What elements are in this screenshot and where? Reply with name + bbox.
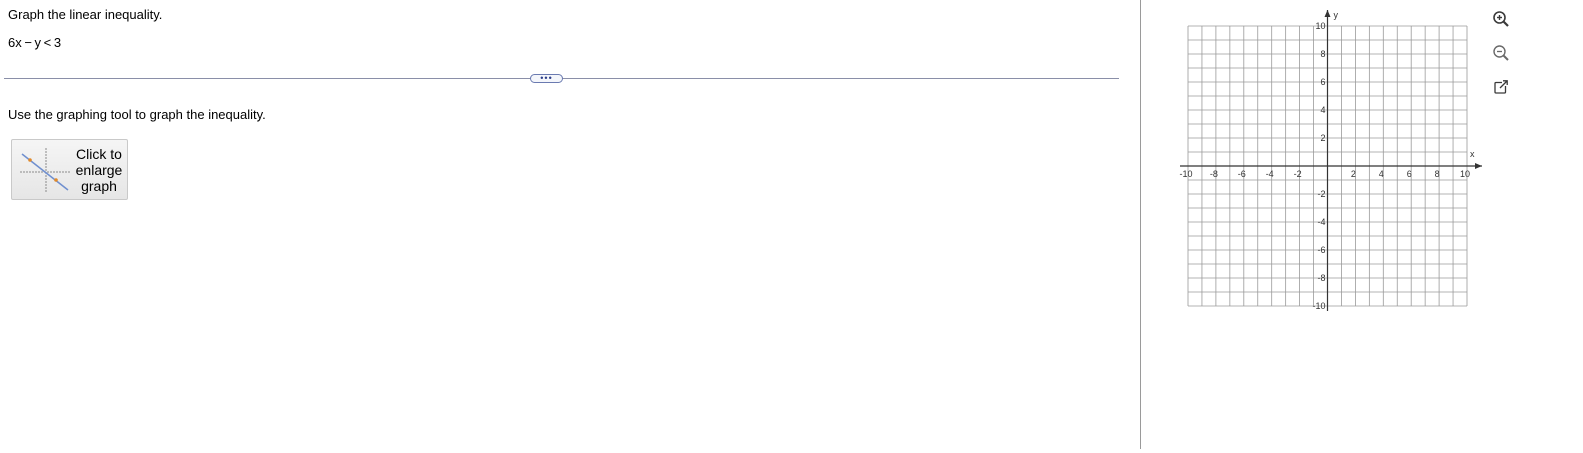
zoom-out-icon [1493,45,1509,61]
x-tick-label: 2 [1351,169,1356,179]
divider-expand-handle[interactable]: ••• [530,74,563,83]
external-link-icon [1494,79,1509,94]
x-tick-label: -8 [1210,169,1218,179]
instruction-text: Use the graphing tool to graph the inequ… [8,107,266,122]
y-axis-label: y [1334,10,1339,20]
ellipsis-icon: ••• [540,73,553,83]
zoom-in-icon [1493,11,1509,27]
y-tick-label: -10 [1312,301,1325,311]
x-axis-arrow-icon [1475,163,1482,169]
y-tick-label: 2 [1320,133,1325,143]
y-tick-label: 6 [1320,77,1325,87]
y-tick-label: -4 [1317,217,1325,227]
x-tick-label: 4 [1379,169,1384,179]
inequality-expression: 6x − y < 3 [8,35,62,50]
y-tick-label: 8 [1320,49,1325,59]
y-axis-arrow-icon [1324,10,1331,17]
y-tick-label: -2 [1317,189,1325,199]
x-axis-label: x [1470,149,1475,159]
coordinate-graph[interactable]: -10 -8 -6 -4 -2 2 4 6 8 10 10 8 6 4 2 -2 -4 -6 -8 -10 x y [1178,8,1488,313]
graph-axes [1180,10,1482,311]
y-tick-label: 10 [1315,21,1325,31]
y-tick-label: -6 [1317,245,1325,255]
x-tick-label: -10 [1179,169,1192,179]
zoom-out-button[interactable] [1490,42,1512,64]
x-tick-label: 10 [1460,169,1470,179]
x-tick-label: -2 [1294,169,1302,179]
x-tick-label: 6 [1407,169,1412,179]
problem-title: Graph the linear inequality. [8,7,163,22]
enlarge-graph-button[interactable]: Click to enlarge graph [11,139,128,200]
x-tick-label: -6 [1238,169,1246,179]
enlarge-graph-label: Click to enlarge graph [75,146,123,194]
popout-graph-button[interactable] [1490,76,1512,98]
pane-separator [1140,0,1141,449]
question-pane: Graph the linear inequality. 6x − y < 3 … [0,0,1140,453]
y-tick-label: 4 [1320,105,1325,115]
x-tick-label: 8 [1435,169,1440,179]
zoom-in-button[interactable] [1490,8,1512,30]
graph-thumbnail-icon [20,148,70,192]
y-tick-label: -8 [1317,273,1325,283]
x-tick-label: -4 [1266,169,1274,179]
